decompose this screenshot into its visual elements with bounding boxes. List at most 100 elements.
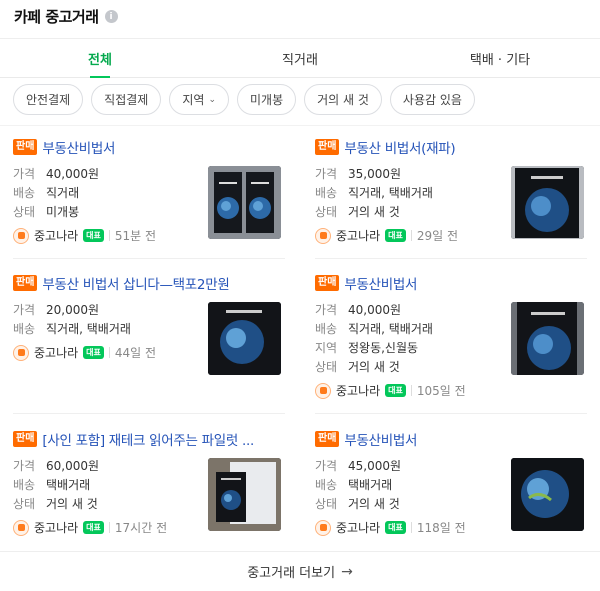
representative-badge: 대표 bbox=[83, 521, 104, 534]
filter-safe-payment[interactable]: 안전결제 bbox=[13, 84, 84, 115]
sale-badge: 판매 bbox=[315, 431, 340, 447]
listing-thumbnail[interactable] bbox=[511, 302, 584, 375]
cafe-name[interactable]: 중고나라 bbox=[336, 227, 380, 244]
price-value: 45,000원 bbox=[348, 459, 402, 473]
field-label: 지역 bbox=[315, 341, 338, 355]
sale-badge: 판매 bbox=[13, 431, 38, 447]
tab-delivery-etc[interactable]: 택배 · 기타 bbox=[400, 39, 600, 77]
field-label: 가격 bbox=[315, 303, 338, 317]
delivery-value: 택배거래 bbox=[348, 478, 393, 492]
tab-direct-trade[interactable]: 직거래 bbox=[200, 39, 400, 77]
price-value: 60,000원 bbox=[46, 459, 100, 473]
filter-region[interactable]: 지역 ⌄ bbox=[169, 84, 229, 115]
cafe-logo-icon bbox=[315, 227, 331, 244]
tab-bar: 전체 직거래 택배 · 기타 bbox=[0, 38, 600, 78]
price-value: 20,000원 bbox=[46, 303, 100, 317]
field-label: 배송 bbox=[315, 478, 338, 492]
cafe-name[interactable]: 중고나라 bbox=[34, 344, 78, 361]
posted-time: 51분 전 bbox=[114, 229, 157, 243]
divider bbox=[108, 522, 110, 533]
listing-title[interactable]: 부동산 비법서(재파) bbox=[344, 137, 455, 157]
cafe-name[interactable]: 중고나라 bbox=[34, 519, 78, 536]
field-label: 상태 bbox=[13, 497, 36, 511]
section-header: 카페 중고거래 i bbox=[0, 0, 600, 30]
field-label: 배송 bbox=[13, 322, 36, 336]
more-listings-label: 중고거래 더보기 bbox=[247, 566, 336, 581]
delivery-value: 직거래, 택배거래 bbox=[348, 186, 433, 200]
cafe-name[interactable]: 중고나라 bbox=[336, 382, 380, 399]
chip-label: 안전결제 bbox=[26, 93, 71, 107]
filter-chips: 안전결제 직접결제 지역 ⌄ 미개봉 거의 새 것 사용감 있음 bbox=[13, 84, 475, 115]
listing-thumbnail[interactable] bbox=[208, 302, 281, 375]
listing-thumbnail[interactable] bbox=[511, 458, 584, 531]
listing-title[interactable]: 부동산비법서 bbox=[42, 137, 115, 157]
field-label: 상태 bbox=[315, 497, 338, 511]
field-label: 배송 bbox=[315, 322, 338, 336]
representative-badge: 대표 bbox=[83, 229, 104, 242]
cafe-logo-icon bbox=[315, 382, 331, 399]
field-label: 배송 bbox=[13, 478, 36, 492]
divider bbox=[13, 258, 285, 259]
delivery-value: 직거래, 택배거래 bbox=[46, 322, 131, 336]
listing-title[interactable]: 부동산 비법서 삽니다—택포2만원 bbox=[42, 273, 229, 293]
chip-label: 미개봉 bbox=[249, 93, 284, 107]
tab-all[interactable]: 전체 bbox=[0, 39, 200, 78]
filter-used[interactable]: 사용감 있음 bbox=[389, 84, 475, 115]
divider bbox=[315, 413, 587, 414]
field-label: 상태 bbox=[315, 360, 338, 374]
divider bbox=[315, 258, 587, 259]
filter-unopened[interactable]: 미개봉 bbox=[236, 84, 297, 115]
more-listings-button[interactable]: 중고거래 더보기 → bbox=[0, 551, 600, 591]
condition-value: 거의 새 것 bbox=[348, 497, 400, 511]
filter-like-new[interactable]: 거의 새 것 bbox=[304, 84, 382, 115]
divider bbox=[410, 522, 412, 533]
field-label: 배송 bbox=[13, 186, 36, 200]
listing-thumbnail[interactable] bbox=[208, 166, 281, 239]
posted-time: 29일 전 bbox=[416, 229, 459, 243]
divider bbox=[13, 413, 285, 414]
divider bbox=[108, 347, 110, 358]
region-value: 정왕동,신월동 bbox=[348, 341, 419, 355]
field-label: 가격 bbox=[315, 459, 338, 473]
cafe-logo-icon bbox=[315, 519, 331, 536]
field-label: 상태 bbox=[13, 205, 36, 219]
chip-label: 사용감 있음 bbox=[402, 93, 462, 107]
condition-value: 거의 새 것 bbox=[348, 360, 400, 374]
representative-badge: 대표 bbox=[385, 384, 406, 397]
representative-badge: 대표 bbox=[385, 521, 406, 534]
cafe-name[interactable]: 중고나라 bbox=[336, 519, 380, 536]
listing-thumbnail[interactable] bbox=[511, 166, 584, 239]
posted-time: 105일 전 bbox=[416, 384, 466, 398]
delivery-value: 직거래 bbox=[46, 186, 80, 200]
cafe-logo-icon bbox=[13, 519, 29, 536]
cafe-logo-icon bbox=[13, 227, 29, 244]
chevron-down-icon: ⌄ bbox=[208, 94, 216, 105]
posted-time: 17시간 전 bbox=[114, 521, 168, 535]
condition-value: 거의 새 것 bbox=[348, 205, 400, 219]
chip-label: 직접결제 bbox=[104, 93, 149, 107]
listing-title[interactable]: [사인 포함] 재테크 읽어주는 파일럿 ... bbox=[42, 429, 254, 449]
field-label: 배송 bbox=[315, 186, 338, 200]
price-value: 40,000원 bbox=[46, 167, 100, 181]
divider bbox=[410, 385, 412, 396]
field-label: 가격 bbox=[13, 459, 36, 473]
delivery-value: 택배거래 bbox=[46, 478, 91, 492]
listing-thumbnail[interactable] bbox=[208, 458, 281, 531]
filter-direct-payment[interactable]: 직접결제 bbox=[91, 84, 162, 115]
listing-title[interactable]: 부동산비법서 bbox=[344, 429, 417, 449]
field-label: 상태 bbox=[315, 205, 338, 219]
info-icon[interactable]: i bbox=[104, 10, 118, 23]
cafe-name[interactable]: 중고나라 bbox=[34, 227, 78, 244]
price-value: 40,000원 bbox=[348, 303, 402, 317]
field-label: 가격 bbox=[315, 167, 338, 181]
chip-label: 거의 새 것 bbox=[317, 93, 369, 107]
sale-badge: 판매 bbox=[13, 139, 38, 155]
sale-badge: 판매 bbox=[13, 275, 38, 291]
listing-title[interactable]: 부동산비법서 bbox=[344, 273, 417, 293]
sale-badge: 판매 bbox=[315, 139, 340, 155]
posted-time: 44일 전 bbox=[114, 346, 157, 360]
field-label: 가격 bbox=[13, 303, 36, 317]
representative-badge: 대표 bbox=[385, 229, 406, 242]
delivery-value: 직거래, 택배거래 bbox=[348, 322, 433, 336]
section-title: 카페 중고거래 bbox=[14, 8, 99, 26]
